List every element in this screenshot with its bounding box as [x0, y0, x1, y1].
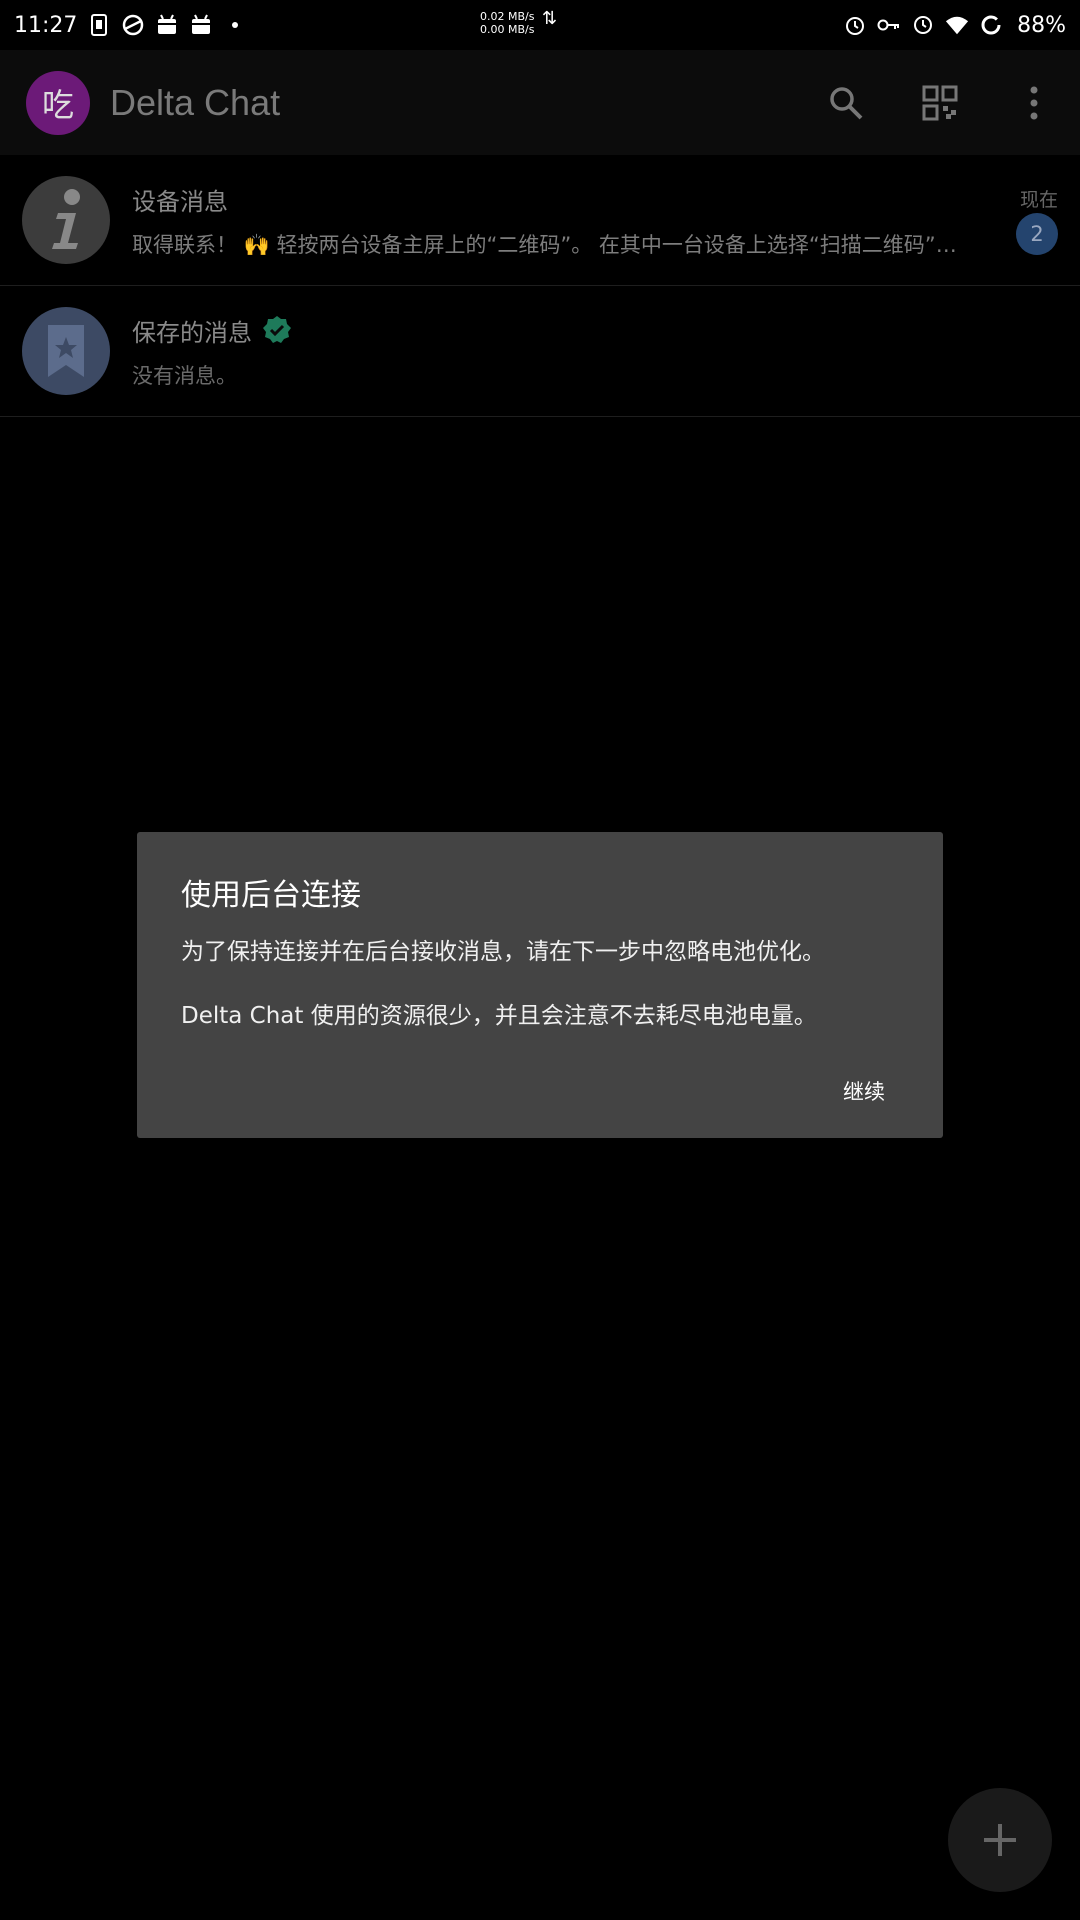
qr-code-icon	[922, 85, 958, 120]
new-chat-button[interactable]	[948, 1788, 1052, 1892]
info-icon	[52, 189, 80, 249]
network-speed: 0.02 MB/s 0.00 MB/s ⇅	[480, 8, 560, 37]
account-avatar[interactable]: 吃	[26, 70, 90, 135]
status-bar: 11:27 0.02 MB/s 0.00 MB/s ⇅ 88%	[0, 0, 1080, 50]
chat-name: 设备消息	[132, 187, 228, 216]
status-time: 11:27	[14, 12, 78, 38]
chat-list: 设备消息 取得联系！ 🙌 轻按两台设备主屏上的“二维码”。 在其中一台设备上选择…	[0, 155, 1080, 417]
chat-item-saved-messages[interactable]: 保存的消息 没有消息。	[0, 286, 1080, 417]
dialog-message: 为了保持连接并在后台接收消息，请在下一步中忽略电池优化。	[181, 939, 825, 965]
unread-badge: 2	[1016, 213, 1058, 255]
chat-time: 现在	[1019, 189, 1058, 211]
battery-percent: 88%	[1017, 12, 1066, 38]
search-icon	[830, 86, 863, 119]
battery-icon	[979, 13, 1003, 37]
app-title: Delta Chat	[110, 81, 281, 123]
more-options-button[interactable]	[1014, 83, 1054, 123]
sync-icon	[121, 13, 145, 37]
more-vert-icon	[1030, 86, 1038, 119]
saved-messages-avatar	[22, 307, 110, 395]
vpn-key-icon	[877, 13, 901, 37]
dialog-message: Delta Chat 使用的资源很少，并且会注意不去耗尽电池电量。	[181, 1003, 817, 1029]
chat-name: 保存的消息	[132, 318, 252, 347]
search-button[interactable]	[826, 83, 866, 123]
alarm-icon	[843, 13, 867, 37]
sim-icon	[87, 13, 111, 37]
device-messages-avatar	[22, 176, 110, 264]
dot-icon	[223, 13, 247, 37]
bookmark-star-icon	[48, 325, 84, 377]
plus-icon	[984, 1824, 1016, 1856]
continue-button[interactable]: 继续	[843, 1070, 885, 1112]
app-bar: 吃 Delta Chat	[0, 50, 1080, 155]
background-connection-dialog: 使用后台连接 为了保持连接并在后台接收消息，请在下一步中忽略电池优化。 Delt…	[137, 832, 943, 1138]
verified-icon	[263, 316, 291, 343]
chat-preview: 没有消息。	[132, 363, 237, 388]
android-icon	[155, 13, 179, 37]
up-down-arrows-icon: ⇅	[542, 8, 558, 29]
wifi-icon	[945, 13, 969, 37]
clock-icon	[911, 13, 935, 37]
qr-code-button[interactable]	[920, 83, 960, 123]
chat-preview: 取得联系！ 🙌 轻按两台设备主屏上的“二维码”。 在其中一台设备上选择“扫描二维…	[132, 232, 957, 257]
android-icon	[189, 13, 213, 37]
dialog-title: 使用后台连接	[181, 878, 361, 913]
chat-item-device-messages[interactable]: 设备消息 取得联系！ 🙌 轻按两台设备主屏上的“二维码”。 在其中一台设备上选择…	[0, 155, 1080, 286]
